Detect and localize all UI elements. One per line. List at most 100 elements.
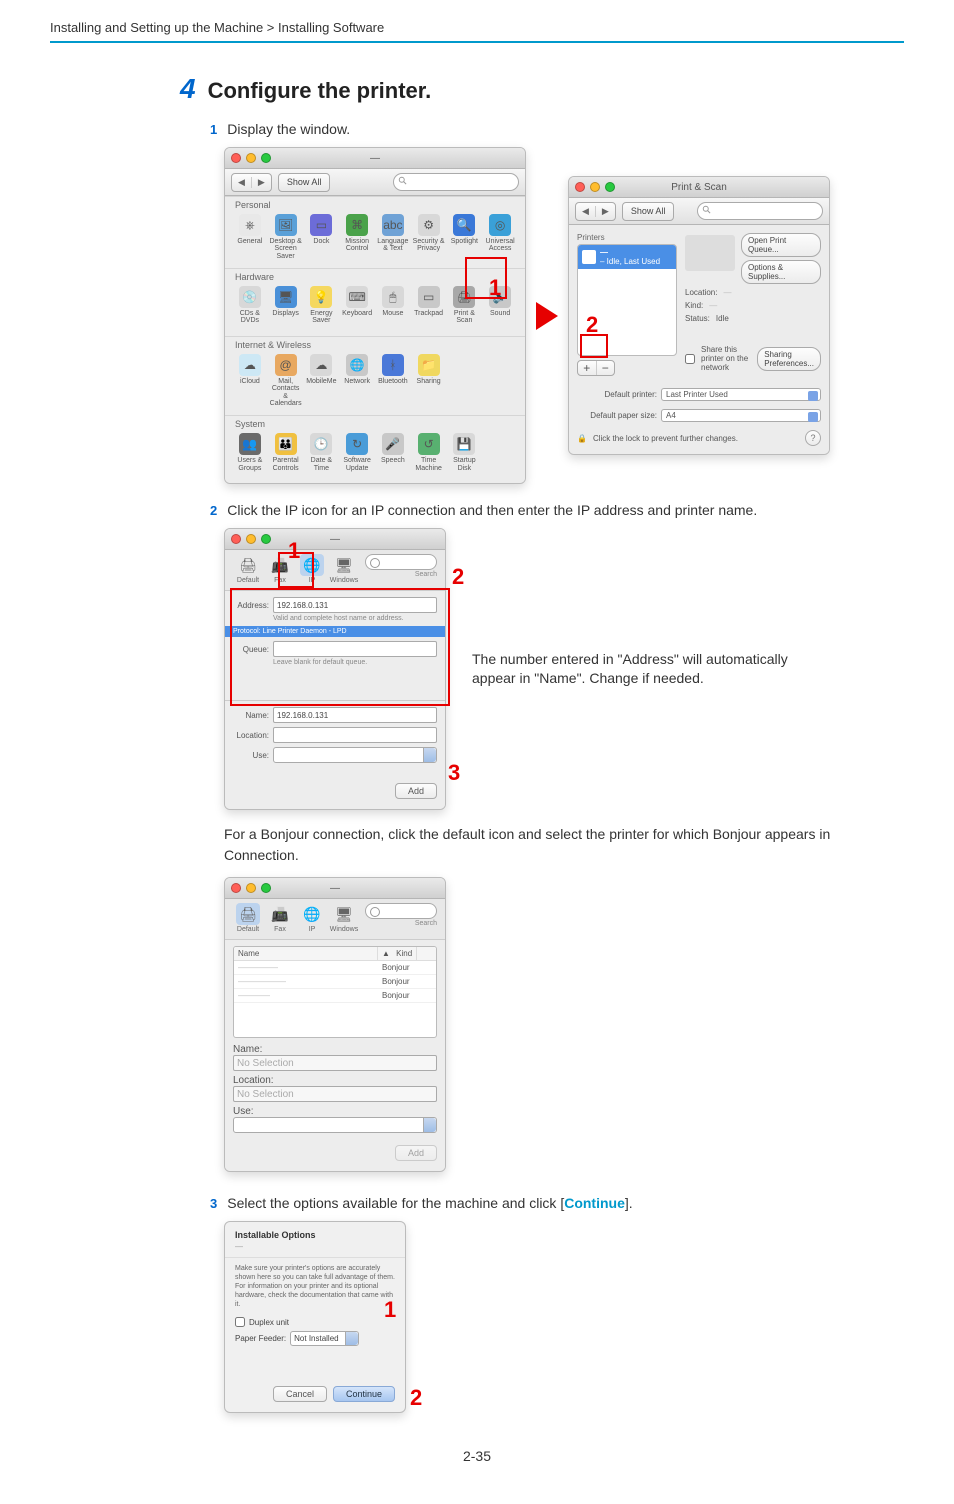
prefs-item[interactable]: 👥Users & Groups bbox=[233, 433, 267, 475]
prefs-item[interactable]: ▭Trackpad bbox=[412, 286, 446, 328]
list-item[interactable]: ————Bonjour bbox=[234, 989, 436, 1003]
prefs-item[interactable]: ᚼBluetooth bbox=[376, 354, 410, 407]
prefs-label: Dock bbox=[313, 238, 329, 245]
prefs-item[interactable]: ↻ Software Update bbox=[340, 433, 374, 475]
prefs-item[interactable]: ☁iCloud bbox=[233, 354, 267, 407]
printers-discovery-list[interactable]: Name ▲ Kind —————Bonjour——————Bonjour———… bbox=[233, 946, 437, 1038]
close-icon[interactable] bbox=[575, 182, 585, 192]
prefs-item[interactable]: 🔈Sound bbox=[483, 286, 517, 328]
location-field[interactable] bbox=[273, 727, 437, 743]
options-supplies-button[interactable]: Options & Supplies... bbox=[741, 260, 821, 284]
prefs-icon: ▭ bbox=[310, 214, 332, 236]
prefs-item[interactable]: ⌨Keyboard bbox=[340, 286, 374, 328]
name-label: Name: bbox=[233, 1044, 262, 1055]
minimize-icon[interactable] bbox=[590, 182, 600, 192]
prefs-icon: ↻ bbox=[346, 433, 368, 455]
queue-field[interactable] bbox=[273, 641, 437, 657]
paper-feeder-label: Paper Feeder: bbox=[235, 1334, 286, 1343]
zoom-icon[interactable] bbox=[261, 534, 271, 544]
location-field[interactable]: No Selection bbox=[233, 1086, 437, 1102]
protocol-select[interactable]: Protocol: Line Printer Daemon - LPD bbox=[225, 626, 445, 637]
lock-icon[interactable]: 🔒 bbox=[577, 434, 587, 443]
search-input[interactable] bbox=[393, 173, 519, 191]
add-mode-windows[interactable]: 🖥Windows bbox=[329, 554, 359, 584]
paper-feeder-select[interactable]: Not Installed bbox=[290, 1331, 359, 1346]
prefs-item[interactable]: 🌐Network bbox=[340, 354, 374, 407]
prefs-item[interactable]: 🕒Date & Time bbox=[305, 433, 339, 475]
close-icon[interactable] bbox=[231, 883, 241, 893]
zoom-icon[interactable] bbox=[261, 153, 271, 163]
name-field[interactable]: No Selection bbox=[233, 1055, 437, 1071]
prefs-item[interactable]: 📁Sharing bbox=[412, 354, 446, 407]
col-kind[interactable]: ▲ Kind bbox=[378, 947, 436, 960]
prefs-item[interactable]: abcLanguage & Text bbox=[376, 214, 410, 260]
prefs-item[interactable]: ⌘Mission Control bbox=[340, 214, 374, 260]
list-item[interactable]: ——————Bonjour bbox=[234, 975, 436, 989]
share-checkbox[interactable] bbox=[685, 354, 695, 364]
prefs-item[interactable]: ⎈General bbox=[233, 214, 267, 260]
prefs-label: Software Update bbox=[340, 457, 374, 472]
prefs-item[interactable]: ◎Universal Access bbox=[483, 214, 517, 260]
prefs-item[interactable]: 👪Parental Controls bbox=[269, 433, 303, 475]
continue-button[interactable]: Continue bbox=[333, 1386, 395, 1402]
search-input[interactable] bbox=[365, 554, 437, 570]
default-printer-select[interactable]: Last Printer Used bbox=[661, 388, 821, 401]
prefs-item[interactable]: 🎤Speech bbox=[376, 433, 410, 475]
nav-back-forward[interactable]: ◀▶ bbox=[575, 202, 616, 221]
prefs-item[interactable]: 🖥Displays bbox=[269, 286, 303, 328]
add-printer-button[interactable]: + bbox=[578, 361, 597, 375]
nav-back-forward[interactable]: ◀▶ bbox=[231, 173, 272, 192]
minimize-icon[interactable] bbox=[246, 534, 256, 544]
add-button[interactable]: Add bbox=[395, 783, 437, 799]
use-select[interactable] bbox=[233, 1117, 437, 1133]
add-mode-ip[interactable]: 🌐IP bbox=[297, 554, 327, 584]
search-input[interactable] bbox=[365, 903, 437, 919]
list-item[interactable]: —————Bonjour bbox=[234, 961, 436, 975]
open-print-queue-button[interactable]: Open Print Queue... bbox=[741, 233, 821, 257]
prefs-item[interactable]: 🔍Spotlight bbox=[448, 214, 482, 260]
cancel-button[interactable]: Cancel bbox=[273, 1386, 327, 1402]
prefs-item[interactable]: 🖨Print & Scan bbox=[448, 286, 482, 328]
prefs-item[interactable]: @Mail, Contacts & Calendars bbox=[269, 354, 303, 407]
prefs-item[interactable]: 💡Energy Saver bbox=[305, 286, 339, 328]
sharing-prefs-button[interactable]: Sharing Preferences... bbox=[757, 347, 821, 371]
prefs-item[interactable]: 🖱Mouse bbox=[376, 286, 410, 328]
prefs-item[interactable]: ☁MobileMe bbox=[305, 354, 339, 407]
prefs-item[interactable]: ↺Time Machine bbox=[412, 433, 446, 475]
duplex-checkbox[interactable] bbox=[235, 1317, 245, 1327]
printers-list[interactable]: — – Idle, Last Used bbox=[577, 244, 677, 356]
show-all-button[interactable]: Show All bbox=[622, 202, 675, 221]
add-mode-ip[interactable]: 🌐IP bbox=[297, 903, 327, 933]
address-field[interactable]: 192.168.0.131 bbox=[273, 597, 437, 613]
mode-label: Default bbox=[237, 926, 259, 933]
status-label: Status: bbox=[685, 314, 710, 323]
add-mode-fax[interactable]: 📠Fax bbox=[265, 554, 295, 584]
prefs-item[interactable]: 💾Startup Disk bbox=[448, 433, 482, 475]
default-paper-select[interactable]: A4 bbox=[661, 409, 821, 422]
show-all-button[interactable]: Show All bbox=[278, 173, 331, 192]
close-icon[interactable] bbox=[231, 534, 241, 544]
prefs-label: Universal Access bbox=[483, 238, 517, 253]
remove-printer-button[interactable]: − bbox=[597, 361, 615, 375]
prefs-item[interactable]: ⚙Security & Privacy bbox=[412, 214, 446, 260]
prefs-label: Time Machine bbox=[412, 457, 446, 472]
use-select[interactable] bbox=[273, 747, 437, 763]
name-field[interactable]: 192.168.0.131 bbox=[273, 707, 437, 723]
prefs-item[interactable]: ▭ Dock bbox=[305, 214, 339, 260]
add-mode-windows[interactable]: 🖥Windows bbox=[329, 903, 359, 933]
zoom-icon[interactable] bbox=[261, 883, 271, 893]
search-input[interactable] bbox=[697, 202, 823, 220]
add-mode-default[interactable]: 🖨Default bbox=[233, 554, 263, 584]
prefs-item[interactable]: 💿CDs & DVDs bbox=[233, 286, 267, 328]
minimize-icon[interactable] bbox=[246, 153, 256, 163]
zoom-icon[interactable] bbox=[605, 182, 615, 192]
col-name[interactable]: Name bbox=[234, 947, 378, 960]
help-icon[interactable]: ? bbox=[805, 430, 821, 446]
close-icon[interactable] bbox=[231, 153, 241, 163]
add-mode-default[interactable]: 🖨Default bbox=[233, 903, 263, 933]
minimize-icon[interactable] bbox=[246, 883, 256, 893]
add-mode-fax[interactable]: 📠Fax bbox=[265, 903, 295, 933]
list-item[interactable]: — – Idle, Last Used bbox=[578, 245, 676, 269]
prefs-icon: 💾 bbox=[453, 433, 475, 455]
prefs-item[interactable]: 🖼Desktop & Screen Saver bbox=[269, 214, 303, 260]
